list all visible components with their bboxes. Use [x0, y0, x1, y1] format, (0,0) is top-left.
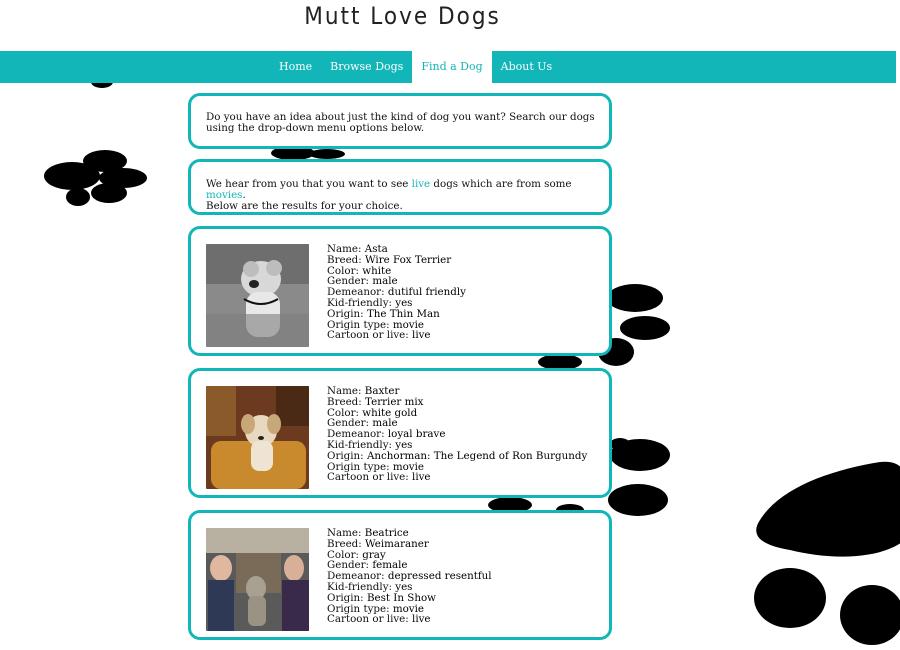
dog-result-card[interactable]: Name: Asta Breed: Wire Fox Terrier Color…: [188, 226, 612, 356]
paw-toe-shape: [754, 568, 826, 628]
paw-toe-shape: [840, 585, 900, 645]
nav-find-a-dog[interactable]: Find a Dog: [412, 51, 492, 83]
search-summary-text: We hear from you that you want to see li…: [206, 179, 601, 212]
paw-pad-shape: [756, 461, 900, 557]
paw-toe-shape: [608, 484, 668, 516]
dog-photo-asta[interactable]: [206, 244, 309, 347]
dog-result-card[interactable]: Name: Baxter Breed: Terrier mix Color: w…: [188, 368, 612, 498]
intro-text: Do you have an idea about just the kind …: [206, 111, 595, 134]
search-summary-card: We hear from you that you want to see li…: [188, 159, 612, 215]
dog-details: Name: Baxter Breed: Terrier mix Color: w…: [327, 386, 587, 483]
dog-cartoon-or-live: live: [412, 329, 431, 342]
nav-browse-dogs[interactable]: Browse Dogs: [321, 51, 412, 83]
dog-details: Name: Beatrice Breed: Weimaraner Color: …: [327, 528, 492, 625]
cartoon-or-live-label: Cartoon or live:: [327, 329, 409, 342]
filter-type-link[interactable]: live: [412, 178, 431, 190]
intro-card: Do you have an idea about just the kind …: [188, 93, 612, 149]
site-header: Mutt Love Dogs: [0, 0, 900, 50]
paw-toe-shape: [309, 149, 345, 159]
site-logo-title[interactable]: Mutt Love Dogs: [304, 2, 501, 30]
paw-toe-shape: [620, 316, 670, 340]
dog-result-card[interactable]: Name: Beatrice Breed: Weimaraner Color: …: [188, 510, 612, 640]
dog-cartoon-or-live: live: [412, 471, 431, 484]
nav-about-us[interactable]: About Us: [492, 51, 562, 83]
dog-photo-baxter[interactable]: [206, 386, 309, 489]
paw-toe-shape: [610, 438, 630, 450]
paw-toe-shape: [607, 284, 663, 312]
summary-middle: dogs which are from some: [430, 178, 572, 190]
main-navbar: Home Browse Dogs Find a Dog About Us: [0, 51, 896, 83]
dog-cartoon-or-live: live: [412, 613, 431, 626]
paw-toe-shape: [66, 188, 90, 206]
nav-home[interactable]: Home: [270, 51, 321, 83]
dog-details: Name: Asta Breed: Wire Fox Terrier Color…: [327, 244, 466, 341]
cartoon-or-live-label: Cartoon or live:: [327, 613, 409, 626]
paw-toe-shape: [91, 183, 127, 203]
cartoon-or-live-label: Cartoon or live:: [327, 471, 409, 484]
summary-line2: Below are the results for your choice.: [206, 200, 403, 212]
dog-photo-beatrice[interactable]: [206, 528, 309, 631]
